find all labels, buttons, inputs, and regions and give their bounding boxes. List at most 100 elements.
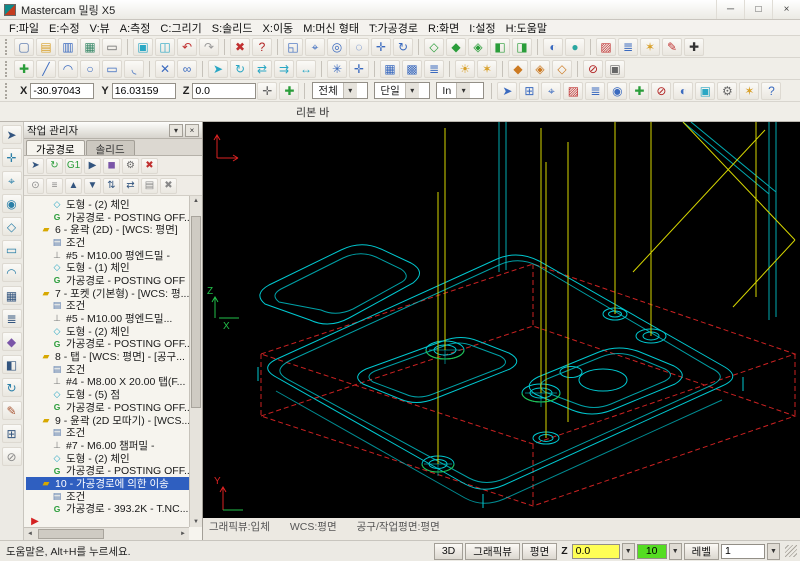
create-line-icon[interactable]: ╱ [36, 59, 56, 78]
xform-scale-icon[interactable]: ↔ [296, 59, 316, 78]
display-options-icon[interactable]: ▤ [141, 177, 158, 194]
unzoom-icon[interactable]: ◌ [349, 37, 369, 56]
menu-item-6[interactable]: X:이동 [258, 20, 299, 36]
attr-point-style-icon[interactable]: ✶ [640, 37, 660, 56]
sketch-circle-icon[interactable]: ◉ [1, 194, 22, 213]
attr-line-style-icon[interactable]: ✎ [662, 37, 682, 56]
select-none-icon[interactable]: ⊘ [651, 81, 672, 100]
chevron-down-icon[interactable]: ▼ [621, 542, 635, 560]
menu-item-4[interactable]: C:그리기 [155, 20, 206, 36]
units-combo[interactable]: In ▾ [436, 82, 485, 99]
zoom-target-icon[interactable]: ⌖ [305, 37, 325, 56]
menu-item-5[interactable]: S:솔리드 [207, 20, 258, 36]
tree-item[interactable]: ▰ 6 - 윤곽 (2D) - [WCS: 평면] [26, 223, 189, 236]
panel-menu-icon[interactable]: ▾ [169, 123, 183, 137]
xform-offset-icon[interactable]: ⇉ [274, 59, 294, 78]
print-icon[interactable]: ▭ [102, 37, 122, 56]
gview-button[interactable]: 그래픽뷰 [465, 542, 520, 560]
select-help-icon[interactable]: ? [761, 81, 782, 100]
gview-front-icon[interactable]: ◨ [512, 37, 532, 56]
scrollbar-thumb[interactable] [38, 529, 104, 539]
solid-extrude-icon[interactable]: ◆ [508, 59, 528, 78]
toolpath-off-icon[interactable]: ⊘ [583, 59, 603, 78]
panel-close-icon[interactable]: × [185, 123, 199, 137]
select-color-icon[interactable]: ▨ [563, 81, 584, 100]
scroll-up-icon[interactable]: ▲ [190, 198, 202, 204]
view-3d-button[interactable]: 3D [433, 542, 464, 560]
tree-horizontal-scrollbar[interactable]: ◄ ► [24, 527, 189, 540]
select-arrow-icon[interactable]: ➤ [1, 125, 22, 144]
menu-item-3[interactable]: A:측정 [115, 20, 156, 36]
move-down-icon[interactable]: ▼ [84, 177, 101, 194]
zoom-dynamic-icon[interactable]: ◎ [327, 37, 347, 56]
menu-item-0[interactable]: F:파일 [4, 20, 44, 36]
tree-item[interactable]: ▰ 9 - 윤곽 (2D 모따기) - [WCS... [26, 414, 189, 427]
snap-grid-icon[interactable]: ✳ [327, 59, 347, 78]
light-icon[interactable]: ✶ [477, 59, 497, 78]
toggle-toolpath-display-icon[interactable]: ≡ [46, 177, 63, 194]
sketch-rect-icon[interactable]: ▭ [1, 240, 22, 259]
z-depth-input[interactable] [571, 543, 620, 559]
tree-item[interactable]: ▰ 8 - 탭 - [WCS: 평면] - [공구... [26, 350, 189, 363]
tree-item[interactable]: ▰ 10 - 가공경로에 의한 이송 [26, 477, 189, 490]
y-coordinate-input[interactable] [111, 82, 176, 99]
pattern-array-icon[interactable]: ▩ [402, 59, 422, 78]
tree-item[interactable]: ◇ 도형 - (2) 체인 [26, 198, 189, 211]
regen-all-icon[interactable]: ↻ [46, 157, 63, 174]
trim-icon[interactable]: ✕ [155, 59, 175, 78]
chevron-down-icon[interactable]: ▼ [668, 542, 682, 560]
resize-grip[interactable] [785, 545, 797, 557]
selection-mode-combo[interactable]: 전체 ▾ [312, 82, 369, 99]
tree-item[interactable]: ▶ [26, 515, 189, 528]
rotate-tool-icon[interactable]: ↻ [1, 378, 22, 397]
tree-item[interactable]: ▤ 조건 [26, 363, 189, 376]
menu-item-11[interactable]: H:도움말 [501, 20, 552, 36]
menu-item-1[interactable]: E:수정 [44, 20, 85, 36]
tree-item[interactable]: ▤ 조건 [26, 426, 189, 439]
maximize-icon[interactable]: □ [744, 0, 772, 19]
delete-entity-icon[interactable]: ✖ [230, 37, 250, 56]
fastpoint-icon[interactable]: ✚ [279, 81, 300, 100]
solid-shell-icon[interactable]: ◇ [552, 59, 572, 78]
gview-top-icon[interactable]: ◧ [490, 37, 510, 56]
screen-capture-icon[interactable]: ▣ [133, 37, 153, 56]
backplot-icon[interactable]: ▶ [84, 157, 101, 174]
tree-item[interactable]: G 가공경로 - POSTING OFF... [26, 211, 189, 224]
tree-item[interactable]: ⊥ #5 - M10.00 평엔드밀 - [26, 249, 189, 262]
attr-width-icon[interactable]: ✚ [684, 37, 704, 56]
chevron-down-icon[interactable]: ▼ [767, 542, 780, 560]
pan-icon[interactable]: ✛ [371, 37, 391, 56]
screen-monitor-icon[interactable]: ◫ [155, 37, 175, 56]
create-rect-icon[interactable]: ▭ [102, 59, 122, 78]
scroll-ops-icon[interactable]: ⇄ [122, 177, 139, 194]
plane-tool-icon[interactable]: ◧ [1, 355, 22, 374]
tree-item[interactable]: ▤ 조건 [26, 236, 189, 249]
select-all-ops-icon[interactable]: ➤ [27, 157, 44, 174]
tree-item[interactable]: ◇ 도형 - (1) 체인 [26, 261, 189, 274]
verify-icon[interactable]: ◼ [103, 157, 120, 174]
tree-item[interactable]: G 가공경로 - POSTING OFF... [26, 464, 189, 477]
solids-tool-icon[interactable]: ◆ [1, 332, 22, 351]
analyze-entity-icon[interactable]: ? [252, 37, 272, 56]
select-all-button-icon[interactable]: ▣ [695, 81, 716, 100]
join-icon[interactable]: ∞ [177, 59, 197, 78]
select-level-icon[interactable]: ≣ [585, 81, 606, 100]
move-insert-icon[interactable]: ⇅ [103, 177, 120, 194]
attr-level-icon[interactable]: ≣ [618, 37, 638, 56]
pattern-grid-icon[interactable]: ▦ [380, 59, 400, 78]
menu-item-7[interactable]: M:머신 형태 [298, 20, 364, 36]
tree-item[interactable]: ▤ 조건 [26, 300, 189, 312]
scroll-right-icon[interactable]: ► [177, 528, 189, 540]
scroll-left-icon[interactable]: ◄ [24, 528, 36, 540]
delete-op-icon[interactable]: ✖ [141, 157, 158, 174]
tab-solids[interactable]: 솔리드 [85, 140, 135, 156]
create-fillet-icon[interactable]: ◟ [124, 59, 144, 78]
open-file-icon[interactable]: ▤ [36, 37, 56, 56]
sketch-point-icon[interactable]: ⌖ [1, 171, 22, 190]
save-file-icon[interactable]: ▥ [58, 37, 78, 56]
attr-color-icon[interactable]: ▨ [596, 37, 616, 56]
level-color-input[interactable] [636, 543, 667, 559]
level-number-input[interactable] [721, 543, 765, 559]
minimize-icon[interactable]: ─ [716, 0, 744, 19]
remove-op-icon[interactable]: ✖ [160, 177, 177, 194]
